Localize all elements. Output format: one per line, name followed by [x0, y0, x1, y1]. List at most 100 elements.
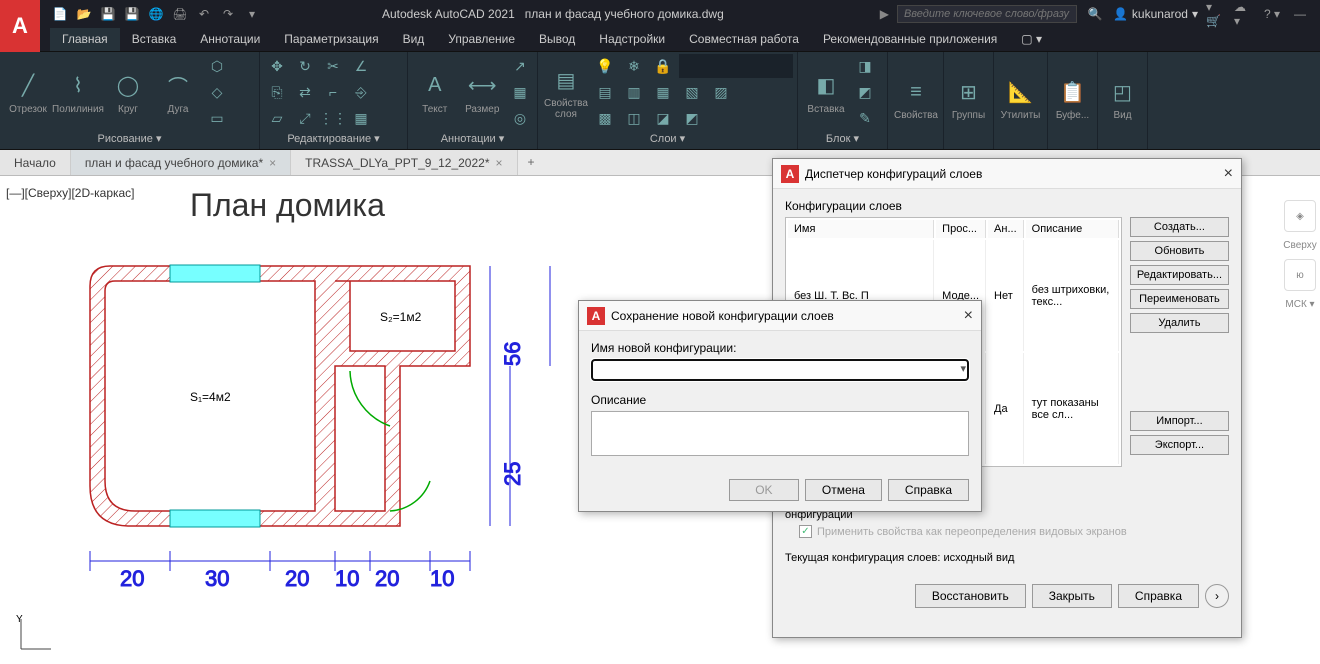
- viewcube[interactable]: ◈: [1284, 200, 1316, 232]
- autocad-logo[interactable]: A: [0, 0, 40, 52]
- layer-g-icon[interactable]: ◫: [621, 106, 647, 130]
- layer-c-icon[interactable]: ▦: [650, 80, 676, 104]
- help-icon[interactable]: ? ▾: [1262, 4, 1282, 24]
- insert-block-button[interactable]: ◧Вставка: [802, 66, 850, 119]
- doc-tab-1[interactable]: план и фасад учебного домика*×: [71, 150, 291, 175]
- polyline-button[interactable]: ⌇Полилиния: [54, 66, 102, 119]
- ribbon-tab-parametric[interactable]: Параметризация: [272, 28, 390, 51]
- save-icon[interactable]: 💾: [98, 4, 118, 24]
- ribbon-tab-output[interactable]: Вывод: [527, 28, 587, 51]
- leader-icon[interactable]: ↗: [507, 54, 533, 78]
- copy-icon[interactable]: ⎘: [264, 80, 290, 104]
- ribbon-tab-home[interactable]: Главная: [50, 28, 120, 51]
- new-button[interactable]: Создать...: [1130, 217, 1229, 237]
- new-tab-button[interactable]: +: [518, 150, 545, 175]
- saveas-icon[interactable]: 💾: [122, 4, 142, 24]
- text-button[interactable]: AТекст: [412, 66, 458, 119]
- array-icon[interactable]: ⋮⋮: [320, 106, 346, 130]
- cart-icon[interactable]: ▾🛒: [1206, 4, 1226, 24]
- doc-tab-2[interactable]: TRASSA_DLYa_PPT_9_12_2022*×: [291, 150, 517, 175]
- draw-small-2[interactable]: ◇: [204, 80, 230, 104]
- search-input[interactable]: [897, 5, 1077, 23]
- doc-tab-start[interactable]: Начало: [0, 150, 71, 175]
- search-icon[interactable]: 🔍: [1085, 4, 1105, 24]
- help-button[interactable]: Справка: [1118, 584, 1199, 608]
- dialog-title[interactable]: A Сохранение новой конфигурации слоев ×: [579, 301, 981, 331]
- scale-icon[interactable]: ⤢: [292, 106, 318, 130]
- redo-icon[interactable]: ↷: [218, 4, 238, 24]
- ribbon-tab-insert[interactable]: Вставка: [120, 28, 189, 51]
- update-button[interactable]: Обновить: [1130, 241, 1229, 261]
- ribbon-tab-manage[interactable]: Управление: [436, 28, 527, 51]
- viewcube-s[interactable]: ю: [1284, 259, 1316, 291]
- utils-button[interactable]: 📐Утилиты: [998, 72, 1043, 125]
- mod-icon-c[interactable]: ▦: [348, 106, 374, 130]
- block-c-icon[interactable]: ✎: [852, 106, 878, 130]
- expand-icon[interactable]: ›: [1205, 584, 1229, 608]
- line-button[interactable]: ╱Отрезок: [4, 66, 52, 119]
- layer-f-icon[interactable]: ▩: [592, 106, 618, 130]
- ribbon-tab-addons[interactable]: Надстройки: [587, 28, 677, 51]
- layer-props-button[interactable]: ▤Свойства слоя: [542, 60, 590, 124]
- rotate-icon[interactable]: ↻: [292, 54, 318, 78]
- ribbon-tab-annotate[interactable]: Аннотации: [188, 28, 272, 51]
- plot-icon[interactable]: 🖨: [170, 4, 190, 24]
- help-button[interactable]: Справка: [888, 479, 969, 501]
- close-icon[interactable]: ×: [269, 156, 276, 170]
- layer-freeze-icon[interactable]: ❄: [621, 54, 647, 78]
- groups-button[interactable]: ⊞Группы: [948, 72, 989, 125]
- rename-button[interactable]: Переименовать: [1130, 289, 1229, 309]
- paste-button[interactable]: 📋Буфе...: [1052, 72, 1093, 125]
- ribbon-tab-extra[interactable]: ▢ ▾: [1009, 28, 1054, 51]
- cancel-button[interactable]: Отмена: [805, 479, 882, 501]
- close-icon[interactable]: ×: [964, 307, 973, 325]
- trim-icon[interactable]: ✂: [320, 54, 346, 78]
- ribbon-tab-view[interactable]: Вид: [391, 28, 437, 51]
- checkbox-vp[interactable]: ✓Применить свойства как переопределения …: [799, 525, 1229, 538]
- open-icon[interactable]: 📂: [74, 4, 94, 24]
- user-badge[interactable]: 👤 kukunarod ▾: [1113, 7, 1198, 21]
- close-icon[interactable]: ×: [1224, 165, 1233, 183]
- ribbon-tab-apps[interactable]: Рекомендованные приложения: [811, 28, 1009, 51]
- layer-combo[interactable]: [679, 54, 793, 78]
- block-a-icon[interactable]: ◨: [852, 54, 878, 78]
- delete-button[interactable]: Удалить: [1130, 313, 1229, 333]
- move-icon[interactable]: ✥: [264, 54, 290, 78]
- draw-small-1[interactable]: ⬡: [204, 54, 230, 78]
- arc-button[interactable]: ⌒Дуга: [154, 66, 202, 119]
- table-icon[interactable]: ▦: [507, 80, 533, 104]
- layer-h-icon[interactable]: ◪: [650, 106, 676, 130]
- block-b-icon[interactable]: ◩: [852, 80, 878, 104]
- minimize-icon[interactable]: —: [1290, 4, 1310, 24]
- stretch-icon[interactable]: ▱: [264, 106, 290, 130]
- draw-small-3[interactable]: ▭: [204, 106, 230, 130]
- circle-button[interactable]: ◯Круг: [104, 66, 152, 119]
- mod-icon-a[interactable]: ∠: [348, 54, 374, 78]
- mod-icon-b[interactable]: ⎆: [348, 80, 374, 104]
- cloud-icon[interactable]: ☁ ▾: [1234, 4, 1254, 24]
- undo-icon[interactable]: ↶: [194, 4, 214, 24]
- restore-button[interactable]: Восстановить: [915, 584, 1026, 608]
- dialog-title[interactable]: A Диспетчер конфигураций слоев ×: [773, 159, 1241, 189]
- layer-lock-icon[interactable]: 🔒: [650, 54, 676, 78]
- web-icon[interactable]: 🌐: [146, 4, 166, 24]
- layer-e-icon[interactable]: ▨: [708, 80, 734, 104]
- dropdown-icon[interactable]: ▾: [242, 4, 262, 24]
- view-button[interactable]: ◰Вид: [1102, 72, 1143, 125]
- layer-a-icon[interactable]: ▤: [592, 80, 618, 104]
- ribbon-tab-collaborate[interactable]: Совместная работа: [677, 28, 811, 51]
- edit-button[interactable]: Редактировать...: [1130, 265, 1229, 285]
- state-name-input[interactable]: [591, 359, 969, 381]
- export-button[interactable]: Экспорт...: [1130, 435, 1229, 455]
- layer-bulb-icon[interactable]: 💡: [592, 54, 618, 78]
- new-icon[interactable]: 📄: [50, 4, 70, 24]
- close-button[interactable]: Закрыть: [1032, 584, 1112, 608]
- dim-button[interactable]: ⟷Размер: [460, 66, 506, 119]
- mirror-icon[interactable]: ⇄: [292, 80, 318, 104]
- anno-icon[interactable]: ◎: [507, 106, 533, 130]
- layer-b-icon[interactable]: ▥: [621, 80, 647, 104]
- close-icon[interactable]: ×: [495, 156, 502, 170]
- layer-i-icon[interactable]: ◩: [679, 106, 705, 130]
- ok-button[interactable]: OK: [729, 479, 799, 501]
- props-button[interactable]: ≡Свойства: [892, 72, 940, 125]
